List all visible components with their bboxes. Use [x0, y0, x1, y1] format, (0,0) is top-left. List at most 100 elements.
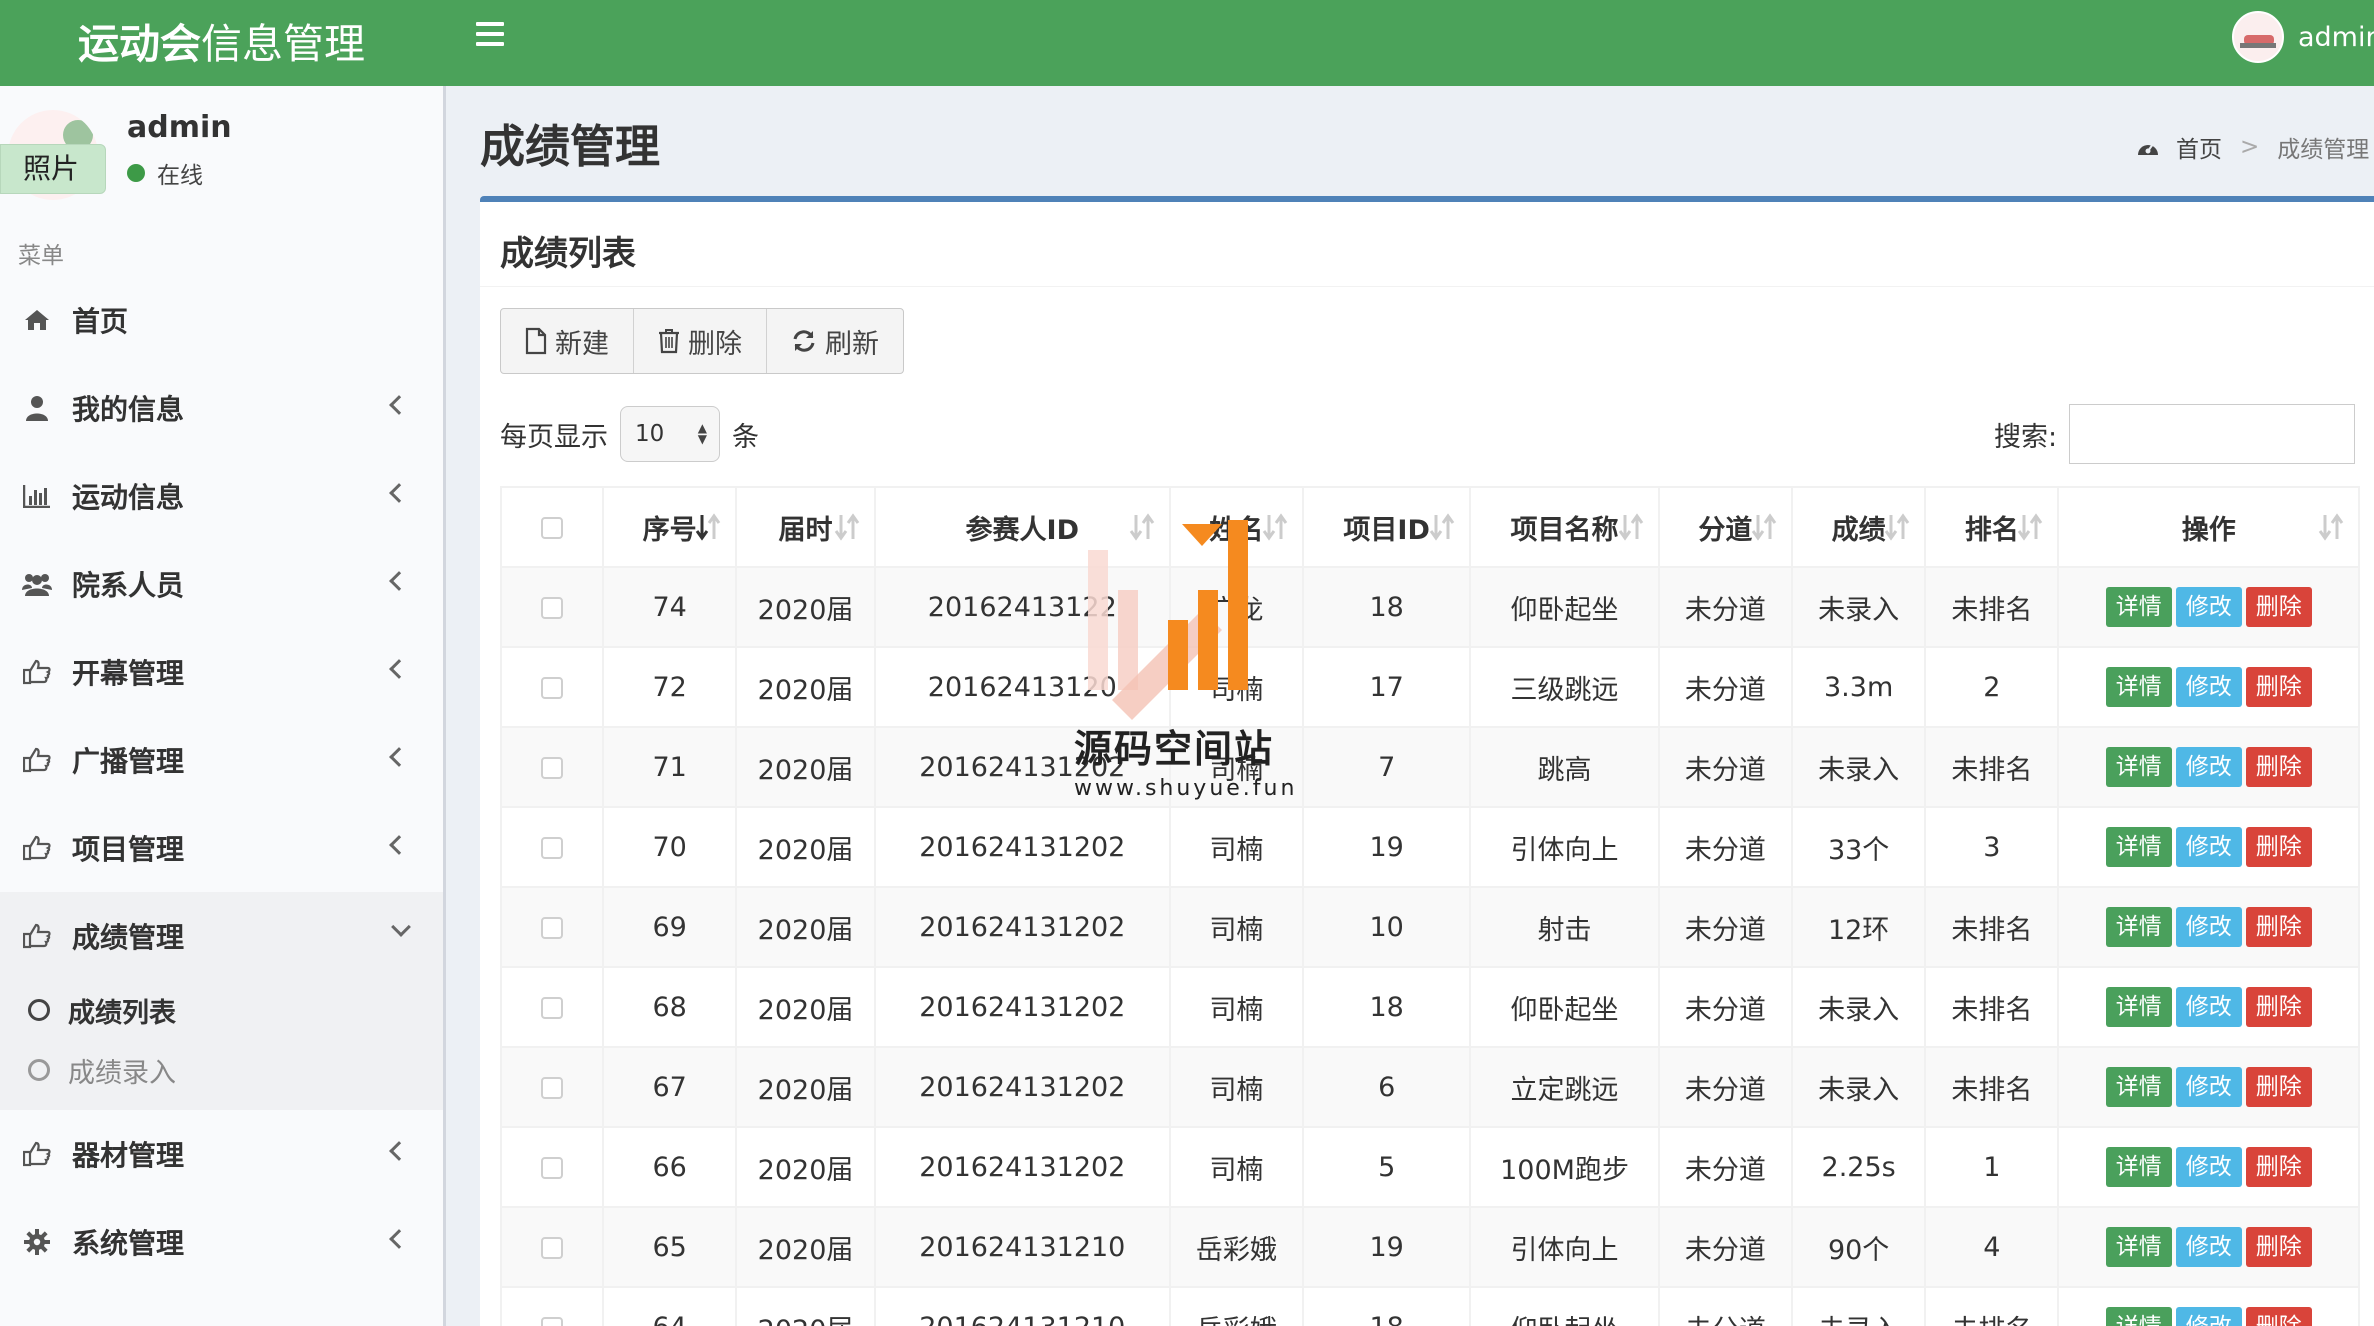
row-select-cell[interactable] [499, 566, 605, 648]
edit-button[interactable]: 修改 [2175, 1307, 2242, 1326]
row-select-cell[interactable] [499, 1126, 605, 1208]
table-cell: 66 [602, 1126, 738, 1208]
column-header-participant-id[interactable]: 参赛人ID [873, 486, 1171, 568]
row-select-cell[interactable] [499, 1046, 605, 1128]
table-cell: 2020届 [735, 886, 876, 968]
detail-button[interactable]: 详情 [2105, 667, 2172, 707]
column-header-project-name[interactable]: 项目名称 [1469, 486, 1660, 568]
delete-button[interactable]: 删除 [634, 309, 767, 373]
column-header-index[interactable]: 序号 [602, 486, 738, 568]
chevron-down-icon [391, 917, 411, 937]
circle-icon [28, 1059, 50, 1081]
row-select-cell[interactable] [499, 726, 605, 808]
sidebar-item-system[interactable]: 系统管理 [0, 1198, 443, 1286]
sidebar-item-score[interactable]: 成绩管理 [0, 892, 443, 980]
column-header-actions[interactable]: 操作 [2057, 486, 2360, 568]
row-delete-button[interactable]: 删除 [2245, 1227, 2312, 1267]
table-cell: 2020届 [735, 806, 876, 888]
row-checkbox[interactable] [541, 757, 564, 779]
select-all-checkbox[interactable] [541, 517, 564, 539]
user-name: admin [127, 110, 232, 145]
sidebar-item-department-staff[interactable]: 院系人员 [0, 540, 443, 628]
detail-button[interactable]: 详情 [2105, 1067, 2172, 1107]
detail-button[interactable]: 详情 [2105, 1147, 2172, 1187]
thumbs-up-icon [22, 833, 52, 863]
row-checkbox[interactable] [541, 917, 564, 939]
edit-button[interactable]: 修改 [2175, 747, 2242, 787]
row-delete-button[interactable]: 删除 [2245, 587, 2312, 627]
top-user-menu[interactable]: admin [2232, 11, 2374, 63]
edit-button[interactable]: 修改 [2175, 987, 2242, 1027]
refresh-button[interactable]: 刷新 [767, 309, 903, 373]
row-checkbox[interactable] [541, 677, 564, 699]
sidebar-item-home[interactable]: 首页 [0, 276, 443, 364]
row-delete-button[interactable]: 删除 [2245, 747, 2312, 787]
edit-button[interactable]: 修改 [2175, 1067, 2242, 1107]
row-select-cell[interactable] [499, 1286, 605, 1326]
thumbs-up-icon [22, 745, 52, 775]
row-delete-button[interactable]: 删除 [2245, 1147, 2312, 1187]
row-checkbox[interactable] [541, 997, 564, 1019]
row-checkbox[interactable] [541, 1157, 564, 1179]
sidebar-item-opening[interactable]: 开幕管理 [0, 628, 443, 716]
detail-button[interactable]: 详情 [2105, 1307, 2172, 1326]
column-header-lane[interactable]: 分道 [1657, 486, 1794, 568]
column-header-rank[interactable]: 排名 [1924, 486, 2060, 568]
breadcrumb-separator: > [2240, 134, 2260, 160]
detail-button[interactable]: 详情 [2105, 747, 2172, 787]
row-checkbox[interactable] [541, 1317, 564, 1326]
sidebar-item-my-info[interactable]: 我的信息 [0, 364, 443, 452]
circle-icon [28, 999, 50, 1021]
row-delete-button[interactable]: 删除 [2245, 1067, 2312, 1107]
detail-button[interactable]: 详情 [2105, 907, 2172, 947]
table-cell: 201624131202 [873, 806, 1171, 888]
row-delete-button[interactable]: 删除 [2245, 1307, 2312, 1326]
breadcrumb-home-link[interactable]: 首页 [2176, 130, 2222, 164]
table-cell: 未录入 [1791, 566, 1927, 648]
edit-button[interactable]: 修改 [2175, 827, 2242, 867]
select-all-header[interactable] [499, 486, 605, 568]
column-header-name[interactable]: 姓名 [1168, 486, 1305, 568]
new-button[interactable]: 新建 [501, 309, 634, 373]
column-header-score[interactable]: 成绩 [1791, 486, 1927, 568]
row-checkbox[interactable] [541, 1237, 564, 1259]
column-header-session[interactable]: 届时 [735, 486, 876, 568]
row-checkbox[interactable] [541, 597, 564, 619]
detail-button[interactable]: 详情 [2105, 987, 2172, 1027]
sidebar-item-project[interactable]: 项目管理 [0, 804, 443, 892]
sidebar-item-sports-info[interactable]: 运动信息 [0, 452, 443, 540]
sidebar-item-broadcast[interactable]: 广播管理 [0, 716, 443, 804]
row-delete-button[interactable]: 删除 [2245, 827, 2312, 867]
detail-button[interactable]: 详情 [2105, 1227, 2172, 1267]
edit-button[interactable]: 修改 [2175, 587, 2242, 627]
sidebar-toggle-icon[interactable] [476, 22, 504, 48]
row-delete-button[interactable]: 删除 [2245, 667, 2312, 707]
row-select-cell[interactable] [499, 966, 605, 1048]
app-logo[interactable]: 运动会信息管理 [78, 10, 365, 70]
row-delete-button[interactable]: 删除 [2245, 907, 2312, 947]
detail-button[interactable]: 详情 [2105, 827, 2172, 867]
search-input[interactable] [2069, 404, 2356, 464]
edit-button[interactable]: 修改 [2175, 667, 2242, 707]
sidebar-item-equipment[interactable]: 器材管理 [0, 1110, 443, 1198]
row-select-cell[interactable] [499, 646, 605, 728]
row-checkbox[interactable] [541, 837, 564, 859]
row-checkbox[interactable] [541, 1077, 564, 1099]
table-cell: 5 [1302, 1126, 1472, 1208]
row-select-cell[interactable] [499, 886, 605, 968]
row-select-cell[interactable] [499, 1206, 605, 1288]
row-delete-button[interactable]: 删除 [2245, 987, 2312, 1027]
edit-button[interactable]: 修改 [2175, 1227, 2242, 1267]
edit-button[interactable]: 修改 [2175, 1147, 2242, 1187]
sidebar-subitem-score-entry[interactable]: 成绩录入 [0, 1040, 443, 1100]
column-header-project-id[interactable]: 项目ID [1302, 486, 1472, 568]
box-divider [480, 286, 2374, 287]
row-select-cell[interactable] [499, 806, 605, 888]
table-cell: 2.25s [1791, 1126, 1927, 1208]
row-actions: 详情修改删除 [2057, 1206, 2360, 1288]
toolbar-button-group: 新建 删除 刷新 [500, 308, 904, 374]
sidebar-subitem-score-list[interactable]: 成绩列表 [0, 980, 443, 1040]
edit-button[interactable]: 修改 [2175, 907, 2242, 947]
page-length-select[interactable]: 10 ▲ ▼ [620, 406, 720, 462]
detail-button[interactable]: 详情 [2105, 587, 2172, 627]
